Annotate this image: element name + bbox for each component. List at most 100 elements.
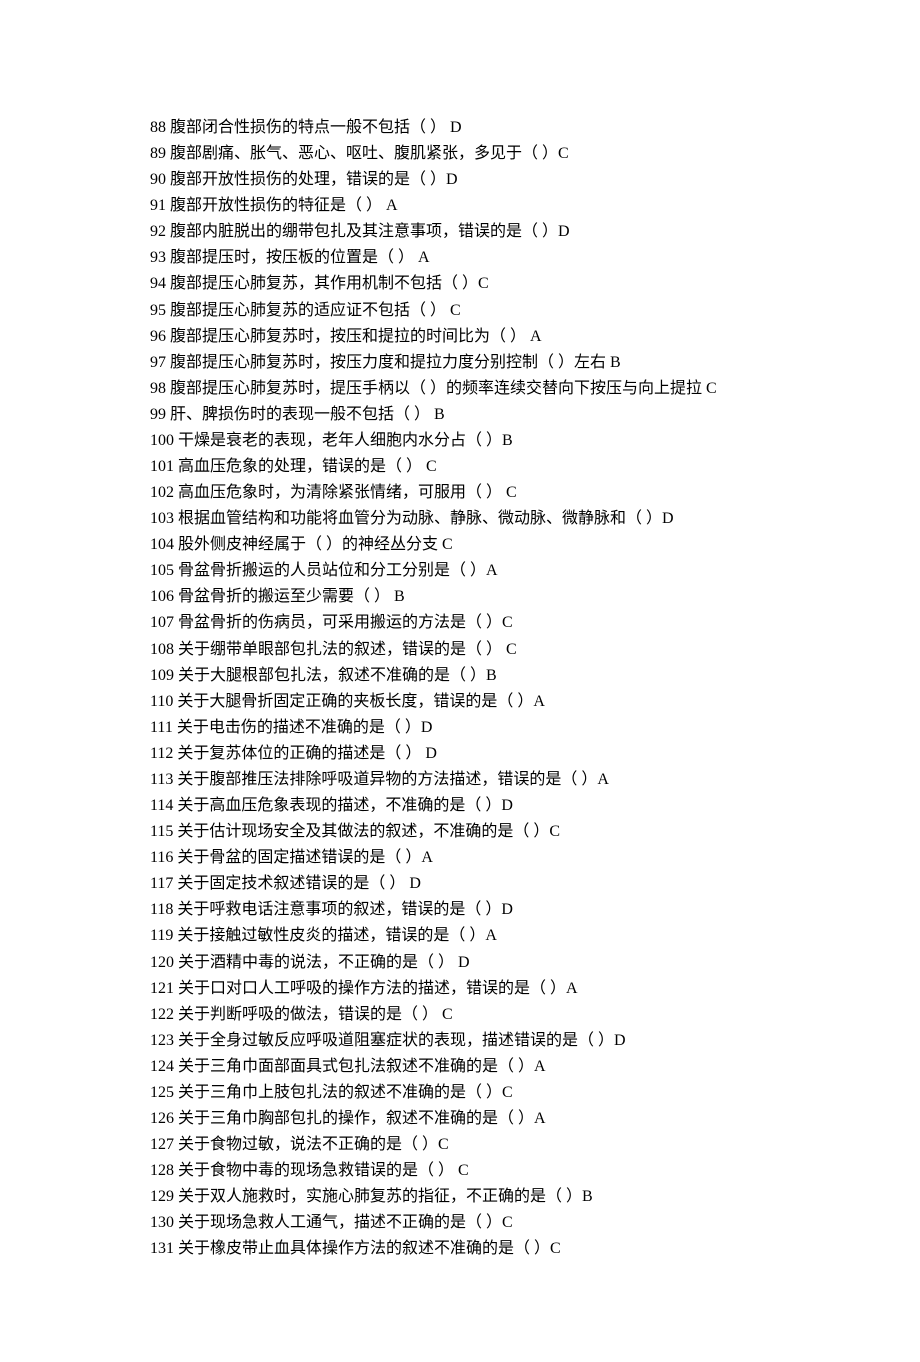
question-number: 103 xyxy=(150,510,174,527)
answer-letter: C xyxy=(458,1162,469,1179)
question-text: 腹部剧痛、胀气、恶心、呕吐、腹肌紧张，多见于（ ） xyxy=(170,145,558,162)
question-text: 腹部提压心肺复苏的适应证不包括（ ） xyxy=(170,302,446,319)
question-line: 104 股外侧皮神经属于（ ）的神经丛分支 C xyxy=(150,532,770,558)
answer-letter: A xyxy=(534,1110,546,1127)
question-line: 120 关于酒精中毒的说法，不正确的是（ ） D xyxy=(150,950,770,976)
question-number: 91 xyxy=(150,197,166,214)
question-line: 88 腹部闭合性损伤的特点一般不包括（ ） D xyxy=(150,115,770,141)
question-text: 关于现场急救人工通气，描述不正确的是（ ） xyxy=(178,1214,502,1231)
question-number: 112 xyxy=(150,745,173,762)
question-line: 118 关于呼救电话注意事项的叙述，错误的是（ ）D xyxy=(150,897,770,923)
answer-letter: D xyxy=(662,510,674,527)
question-line: 123 关于全身过敏反应呼吸道阻塞症状的表现，描述错误的是（ ）D xyxy=(150,1028,770,1054)
question-line: 117 关于固定技术叙述错误的是（ ） D xyxy=(150,871,770,897)
question-text: 关于大腿根部包扎法，叙述不准确的是（ ） xyxy=(178,667,486,684)
question-line: 90 腹部开放性损伤的处理，错误的是（ ）D xyxy=(150,167,770,193)
question-number: 123 xyxy=(150,1032,174,1049)
question-number: 126 xyxy=(150,1110,174,1127)
question-line: 125 关于三角巾上肢包扎法的叙述不准确的是（ ）C xyxy=(150,1080,770,1106)
question-line: 130 关于现场急救人工通气，描述不正确的是（ ）C xyxy=(150,1210,770,1236)
answer-letter: B xyxy=(434,406,445,423)
question-text: 关于口对口人工呼吸的操作方法的描述，错误的是（ ） xyxy=(178,980,566,997)
question-number: 114 xyxy=(150,797,173,814)
answer-letter: A xyxy=(597,771,609,788)
question-line: 108 关于绷带单眼部包扎法的叙述，错误的是（ ） C xyxy=(150,637,770,663)
question-number: 88 xyxy=(150,119,166,136)
question-line: 129 关于双人施救时，实施心肺复苏的指征，不正确的是（ ）B xyxy=(150,1184,770,1210)
question-text: 关于三角巾上肢包扎法的叙述不准确的是（ ） xyxy=(178,1084,502,1101)
question-line: 121 关于口对口人工呼吸的操作方法的描述，错误的是（ ）A xyxy=(150,976,770,1002)
question-text: 关于大腿骨折固定正确的夹板长度，错误的是（ ） xyxy=(177,693,533,710)
question-line: 128 关于食物中毒的现场急救错误的是（ ） C xyxy=(150,1158,770,1184)
answer-letter: D xyxy=(425,745,437,762)
question-text: 腹部提压心肺复苏时，按压力度和提拉力度分别控制（ ）左右 xyxy=(170,354,606,371)
question-line: 98 腹部提压心肺复苏时，提压手柄以（ ）的频率连续交替向下按压与向上提拉 C xyxy=(150,376,770,402)
answer-letter: A xyxy=(421,849,433,866)
question-text: 腹部内脏脱出的绷带包扎及其注意事项，错误的是（ ） xyxy=(170,223,558,240)
answer-letter: D xyxy=(409,875,421,892)
question-text: 关于三角巾胸部包扎的操作，叙述不准确的是（ ） xyxy=(178,1110,534,1127)
question-number: 99 xyxy=(150,406,166,423)
question-text: 关于估计现场安全及其做法的叙述，不准确的是（ ） xyxy=(177,823,549,840)
question-line: 105 骨盆骨折搬运的人员站位和分工分别是（ ）A xyxy=(150,558,770,584)
question-number: 127 xyxy=(150,1136,174,1153)
answer-letter: C xyxy=(550,1240,561,1257)
question-number: 97 xyxy=(150,354,166,371)
question-line: 103 根据血管结构和功能将血管分为动脉、静脉、微动脉、微静脉和（ ）D xyxy=(150,506,770,532)
answer-letter: C xyxy=(502,1214,513,1231)
answer-letter: A xyxy=(486,562,498,579)
question-text: 关于呼救电话注意事项的叙述，错误的是（ ） xyxy=(177,901,501,918)
question-line: 93 腹部提压时，按压板的位置是（ ） A xyxy=(150,245,770,271)
question-number: 90 xyxy=(150,171,166,188)
question-text: 关于橡皮带止血具体操作方法的叙述不准确的是（ ） xyxy=(178,1240,550,1257)
question-line: 116 关于骨盆的固定描述错误的是（ ）A xyxy=(150,845,770,871)
question-number: 102 xyxy=(150,484,174,501)
answer-letter: D xyxy=(501,901,513,918)
question-line: 131 关于橡皮带止血具体操作方法的叙述不准确的是（ ）C xyxy=(150,1236,770,1262)
question-line: 89 腹部剧痛、胀气、恶心、呕吐、腹肌紧张，多见于（ ）C xyxy=(150,141,770,167)
question-number: 104 xyxy=(150,536,174,553)
question-text: 关于高血压危象表现的描述，不准确的是（ ） xyxy=(177,797,501,814)
question-text: 关于复苏体位的正确的描述是（ ） xyxy=(177,745,421,762)
question-text: 骨盆骨折的搬运至少需要（ ） xyxy=(178,588,390,605)
question-line: 115 关于估计现场安全及其做法的叙述，不准确的是（ ）C xyxy=(150,819,770,845)
question-line: 126 关于三角巾胸部包扎的操作，叙述不准确的是（ ）A xyxy=(150,1106,770,1132)
question-text: 关于绷带单眼部包扎法的叙述，错误的是（ ） xyxy=(178,641,502,658)
answer-letter: C xyxy=(450,302,461,319)
question-line: 91 腹部开放性损伤的特征是（ ） A xyxy=(150,193,770,219)
question-line: 100 干燥是衰老的表现，老年人细胞内水分占（ ）B xyxy=(150,428,770,454)
question-number: 93 xyxy=(150,249,166,266)
answer-letter: C xyxy=(442,1006,453,1023)
question-line: 107 骨盆骨折的伤病员，可采用搬运的方法是（ ）C xyxy=(150,610,770,636)
answer-letter: B xyxy=(394,588,405,605)
question-text: 关于三角巾面部面具式包扎法叙述不准确的是（ ） xyxy=(178,1058,534,1075)
question-number: 130 xyxy=(150,1214,174,1231)
answer-letter: C xyxy=(706,380,717,397)
question-number: 105 xyxy=(150,562,174,579)
question-number: 108 xyxy=(150,641,174,658)
answer-letter: A xyxy=(566,980,578,997)
question-number: 110 xyxy=(150,693,173,710)
question-number: 115 xyxy=(150,823,173,840)
question-line: 99 肝、脾损伤时的表现一般不包括（ ） B xyxy=(150,402,770,428)
question-text: 关于判断呼吸的做法，错误的是（ ） xyxy=(178,1006,438,1023)
answer-letter: B xyxy=(486,667,497,684)
question-line: 124 关于三角巾面部面具式包扎法叙述不准确的是（ ）A xyxy=(150,1054,770,1080)
question-line: 113 关于腹部推压法排除呼吸道异物的方法描述，错误的是（ ）A xyxy=(150,767,770,793)
question-text: 高血压危象时，为清除紧张情绪，可服用（ ） xyxy=(178,484,502,501)
question-line: 110 关于大腿骨折固定正确的夹板长度，错误的是（ ）A xyxy=(150,689,770,715)
answer-letter: C xyxy=(438,1136,449,1153)
question-text: 肝、脾损伤时的表现一般不包括（ ） xyxy=(170,406,430,423)
question-line: 109 关于大腿根部包扎法，叙述不准确的是（ ）B xyxy=(150,663,770,689)
answer-letter: B xyxy=(502,432,513,449)
answer-letter: B xyxy=(582,1188,593,1205)
question-text: 腹部提压心肺复苏，其作用机制不包括（ ） xyxy=(170,275,478,292)
answer-letter: A xyxy=(386,197,398,214)
answer-letter: D xyxy=(458,954,470,971)
question-text: 高血压危象的处理，错误的是（ ） xyxy=(178,458,422,475)
question-line: 96 腹部提压心肺复苏时，按压和提拉的时间比为（ ） A xyxy=(150,324,770,350)
question-number: 124 xyxy=(150,1058,174,1075)
question-number: 109 xyxy=(150,667,174,684)
question-number: 89 xyxy=(150,145,166,162)
question-number: 100 xyxy=(150,432,174,449)
